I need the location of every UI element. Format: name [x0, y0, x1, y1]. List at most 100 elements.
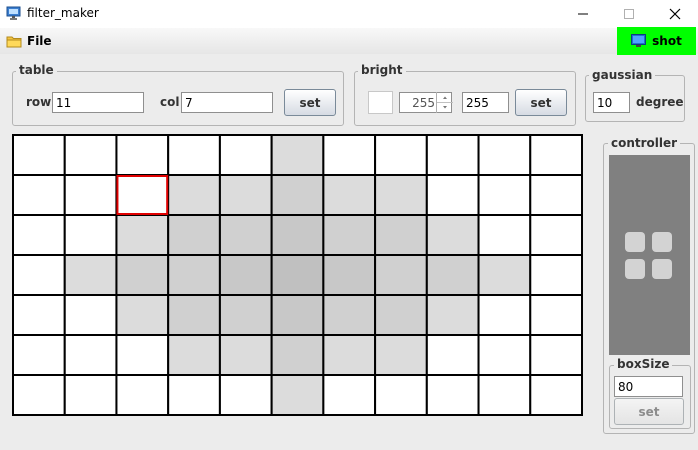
bright-value-input[interactable]: 255: [462, 92, 509, 113]
grid-cell[interactable]: [270, 174, 325, 216]
col-input[interactable]: 7: [181, 92, 273, 113]
grid-cell[interactable]: [477, 134, 532, 176]
shot-button[interactable]: shot: [617, 27, 696, 55]
grid-cell[interactable]: [12, 254, 66, 296]
grid-cell[interactable]: [529, 174, 583, 216]
grid-cell[interactable]: [529, 134, 583, 176]
maximize-button[interactable]: [606, 0, 652, 28]
filter-grid[interactable]: [12, 134, 583, 416]
pad-square-icon: [625, 232, 645, 252]
grid-cell[interactable]: [218, 374, 273, 416]
row-input[interactable]: 11: [52, 92, 144, 113]
grid-cell[interactable]: [63, 334, 118, 376]
grid-cell[interactable]: [167, 214, 221, 256]
file-menu[interactable]: File: [6, 30, 52, 52]
grid-cell[interactable]: [218, 254, 273, 296]
bright-set-button[interactable]: set: [515, 89, 567, 116]
grid-cell[interactable]: [374, 374, 428, 416]
grid-cell[interactable]: [529, 254, 583, 296]
grid-cell[interactable]: [322, 254, 377, 296]
grid-cell[interactable]: [167, 254, 221, 296]
grid-cell[interactable]: [63, 134, 118, 176]
minimize-button[interactable]: [560, 0, 606, 28]
grid-cell[interactable]: [322, 334, 377, 376]
grid-cell[interactable]: [270, 334, 325, 376]
grid-cell[interactable]: [167, 174, 221, 216]
gaussian-input[interactable]: 10: [593, 92, 630, 113]
grid-cell[interactable]: [115, 294, 170, 336]
grid-cell[interactable]: [218, 134, 273, 176]
boxsize-set-button[interactable]: set: [614, 398, 684, 425]
grid-cell[interactable]: [12, 214, 66, 256]
grid-cell[interactable]: [477, 214, 532, 256]
boxsize-input[interactable]: 80: [614, 376, 683, 397]
grid-cell[interactable]: [218, 174, 273, 216]
grid-cell[interactable]: [322, 374, 377, 416]
grid-cell[interactable]: [167, 374, 221, 416]
bright-legend: bright: [358, 63, 406, 77]
grid-cell[interactable]: [115, 254, 170, 296]
col-label: col: [160, 95, 180, 109]
grid-cell[interactable]: [63, 254, 118, 296]
grid-cell[interactable]: [322, 134, 377, 176]
grid-cell[interactable]: [374, 134, 428, 176]
grid-cell[interactable]: [322, 214, 377, 256]
grid-cell[interactable]: [477, 254, 532, 296]
grid-cell[interactable]: [425, 374, 480, 416]
grid-cell[interactable]: [425, 174, 480, 216]
table-set-button[interactable]: set: [284, 89, 336, 116]
menu-bar: [0, 28, 698, 54]
close-button[interactable]: [652, 0, 698, 28]
grid-cell[interactable]: [425, 334, 480, 376]
grid-cell[interactable]: [477, 294, 532, 336]
grid-cell[interactable]: [529, 334, 583, 376]
grid-cell[interactable]: [115, 174, 170, 216]
grid-cell[interactable]: [12, 294, 66, 336]
grid-cell[interactable]: [477, 334, 532, 376]
grid-cell[interactable]: [12, 174, 66, 216]
grid-cell[interactable]: [529, 294, 583, 336]
bright-color-swatch[interactable]: [368, 91, 393, 114]
grid-cell[interactable]: [425, 134, 480, 176]
spinner-arrows[interactable]: [436, 92, 453, 113]
grid-cell[interactable]: [115, 134, 170, 176]
grid-cell[interactable]: [270, 294, 325, 336]
grid-cell[interactable]: [374, 254, 428, 296]
grid-cell[interactable]: [115, 334, 170, 376]
grid-cell[interactable]: [425, 254, 480, 296]
grid-cell[interactable]: [12, 334, 66, 376]
grid-cell[interactable]: [63, 214, 118, 256]
grid-cell[interactable]: [63, 294, 118, 336]
grid-cell[interactable]: [63, 174, 118, 216]
controller-pad[interactable]: [609, 155, 690, 355]
grid-cell[interactable]: [322, 294, 377, 336]
app-window-icon: [6, 6, 22, 21]
grid-cell[interactable]: [270, 254, 325, 296]
grid-cell[interactable]: [63, 374, 118, 416]
grid-cell[interactable]: [374, 334, 428, 376]
grid-cell[interactable]: [115, 214, 170, 256]
grid-cell[interactable]: [167, 134, 221, 176]
grid-cell[interactable]: [270, 134, 325, 176]
grid-cell[interactable]: [12, 134, 66, 176]
grid-cell[interactable]: [270, 214, 325, 256]
grid-cell[interactable]: [425, 214, 480, 256]
grid-cell[interactable]: [167, 334, 221, 376]
grid-cell[interactable]: [425, 294, 480, 336]
grid-cell[interactable]: [374, 214, 428, 256]
grid-cell[interactable]: [529, 374, 583, 416]
grid-cell[interactable]: [322, 174, 377, 216]
grid-cell[interactable]: [374, 294, 428, 336]
pad-square-icon: [652, 232, 672, 252]
grid-cell[interactable]: [167, 294, 221, 336]
grid-cell[interactable]: [529, 214, 583, 256]
grid-cell[interactable]: [477, 374, 532, 416]
grid-cell[interactable]: [218, 294, 273, 336]
grid-cell[interactable]: [218, 214, 273, 256]
grid-cell[interactable]: [115, 374, 170, 416]
grid-cell[interactable]: [374, 174, 428, 216]
grid-cell[interactable]: [12, 374, 66, 416]
grid-cell[interactable]: [218, 334, 273, 376]
grid-cell[interactable]: [270, 374, 325, 416]
grid-cell[interactable]: [477, 174, 532, 216]
